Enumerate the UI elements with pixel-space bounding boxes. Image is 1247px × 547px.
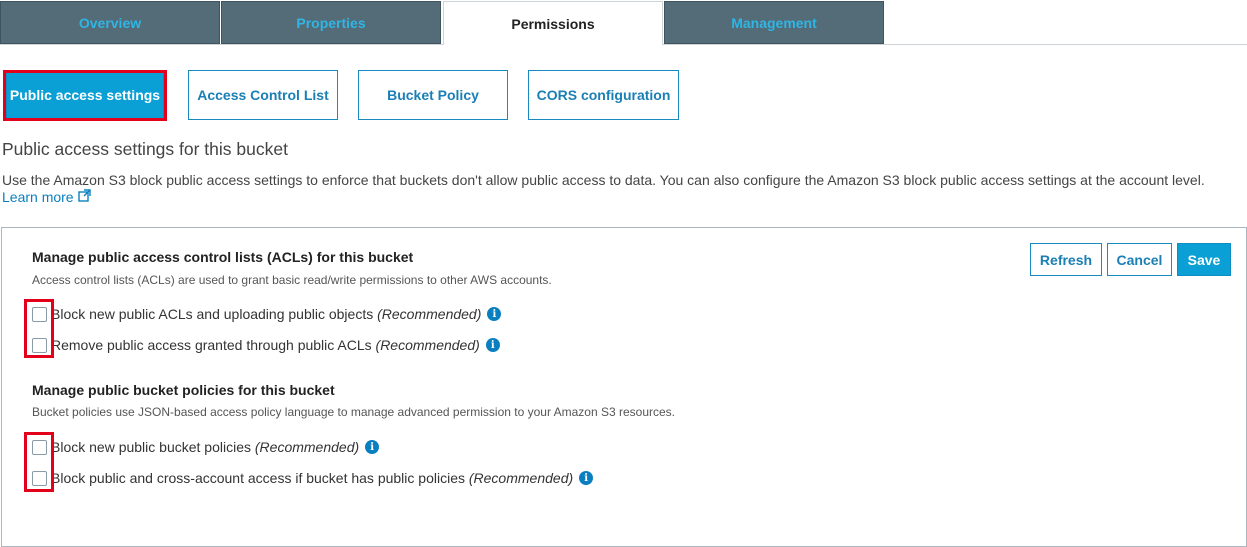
- info-icon[interactable]: i: [365, 440, 380, 454]
- section-title: Public access settings for this bucket: [2, 139, 288, 159]
- block-cross-account-label: Block public and cross-account access if…: [51, 470, 574, 486]
- info-icon[interactable]: i: [485, 338, 500, 352]
- policy-option-block-cross-account[interactable]: Block public and cross-account access if…: [32, 470, 594, 486]
- remove-public-acls-checkbox[interactable]: [32, 337, 47, 353]
- tab-permissions[interactable]: Permissions: [443, 1, 663, 45]
- block-new-acls-label: Block new public ACLs and uploading publ…: [51, 306, 482, 322]
- acl-group-title: Manage public access control lists (ACLs…: [32, 249, 414, 265]
- subnav-bucket-policy[interactable]: Bucket Policy: [358, 70, 508, 120]
- learn-more-link[interactable]: Learn more: [2, 189, 91, 205]
- subnav-cors-configuration[interactable]: CORS configuration: [528, 70, 679, 120]
- acl-option-block-new[interactable]: Block new public ACLs and uploading publ…: [32, 306, 502, 322]
- tab-overview[interactable]: Overview: [0, 1, 220, 44]
- acl-option-remove-public[interactable]: Remove public access granted through pub…: [32, 337, 500, 353]
- learn-more-label[interactable]: Learn more: [2, 189, 74, 205]
- block-new-policies-label: Block new public bucket policies (Recomm…: [51, 439, 360, 455]
- tab-properties[interactable]: Properties: [221, 1, 441, 44]
- cancel-button[interactable]: Cancel: [1107, 243, 1172, 276]
- policy-group-description: Bucket policies use JSON-based access po…: [32, 405, 676, 419]
- block-new-policies-checkbox[interactable]: [32, 439, 47, 455]
- top-tab-bar: Overview Properties Permissions Manageme…: [0, 0, 1247, 45]
- info-icon[interactable]: i: [487, 307, 502, 321]
- subnav-public-access-settings[interactable]: Public access settings: [6, 70, 164, 120]
- info-icon[interactable]: i: [579, 471, 594, 485]
- block-new-acls-checkbox[interactable]: [32, 306, 47, 322]
- policy-option-block-new[interactable]: Block new public bucket policies (Recomm…: [32, 439, 380, 455]
- section-description: Use the Amazon S3 block public access se…: [2, 172, 1205, 188]
- tab-management[interactable]: Management: [664, 1, 884, 44]
- subnav-access-control-list[interactable]: Access Control List: [188, 70, 338, 120]
- block-cross-account-checkbox[interactable]: [32, 470, 47, 486]
- refresh-button[interactable]: Refresh: [1030, 243, 1102, 276]
- acl-group-description: Access control lists (ACLs) are used to …: [32, 273, 552, 287]
- save-button[interactable]: Save: [1177, 243, 1231, 276]
- policy-group-title: Manage public bucket policies for this b…: [32, 382, 335, 398]
- remove-public-acls-label: Remove public access granted through pub…: [51, 337, 480, 353]
- external-link-icon: [77, 189, 91, 205]
